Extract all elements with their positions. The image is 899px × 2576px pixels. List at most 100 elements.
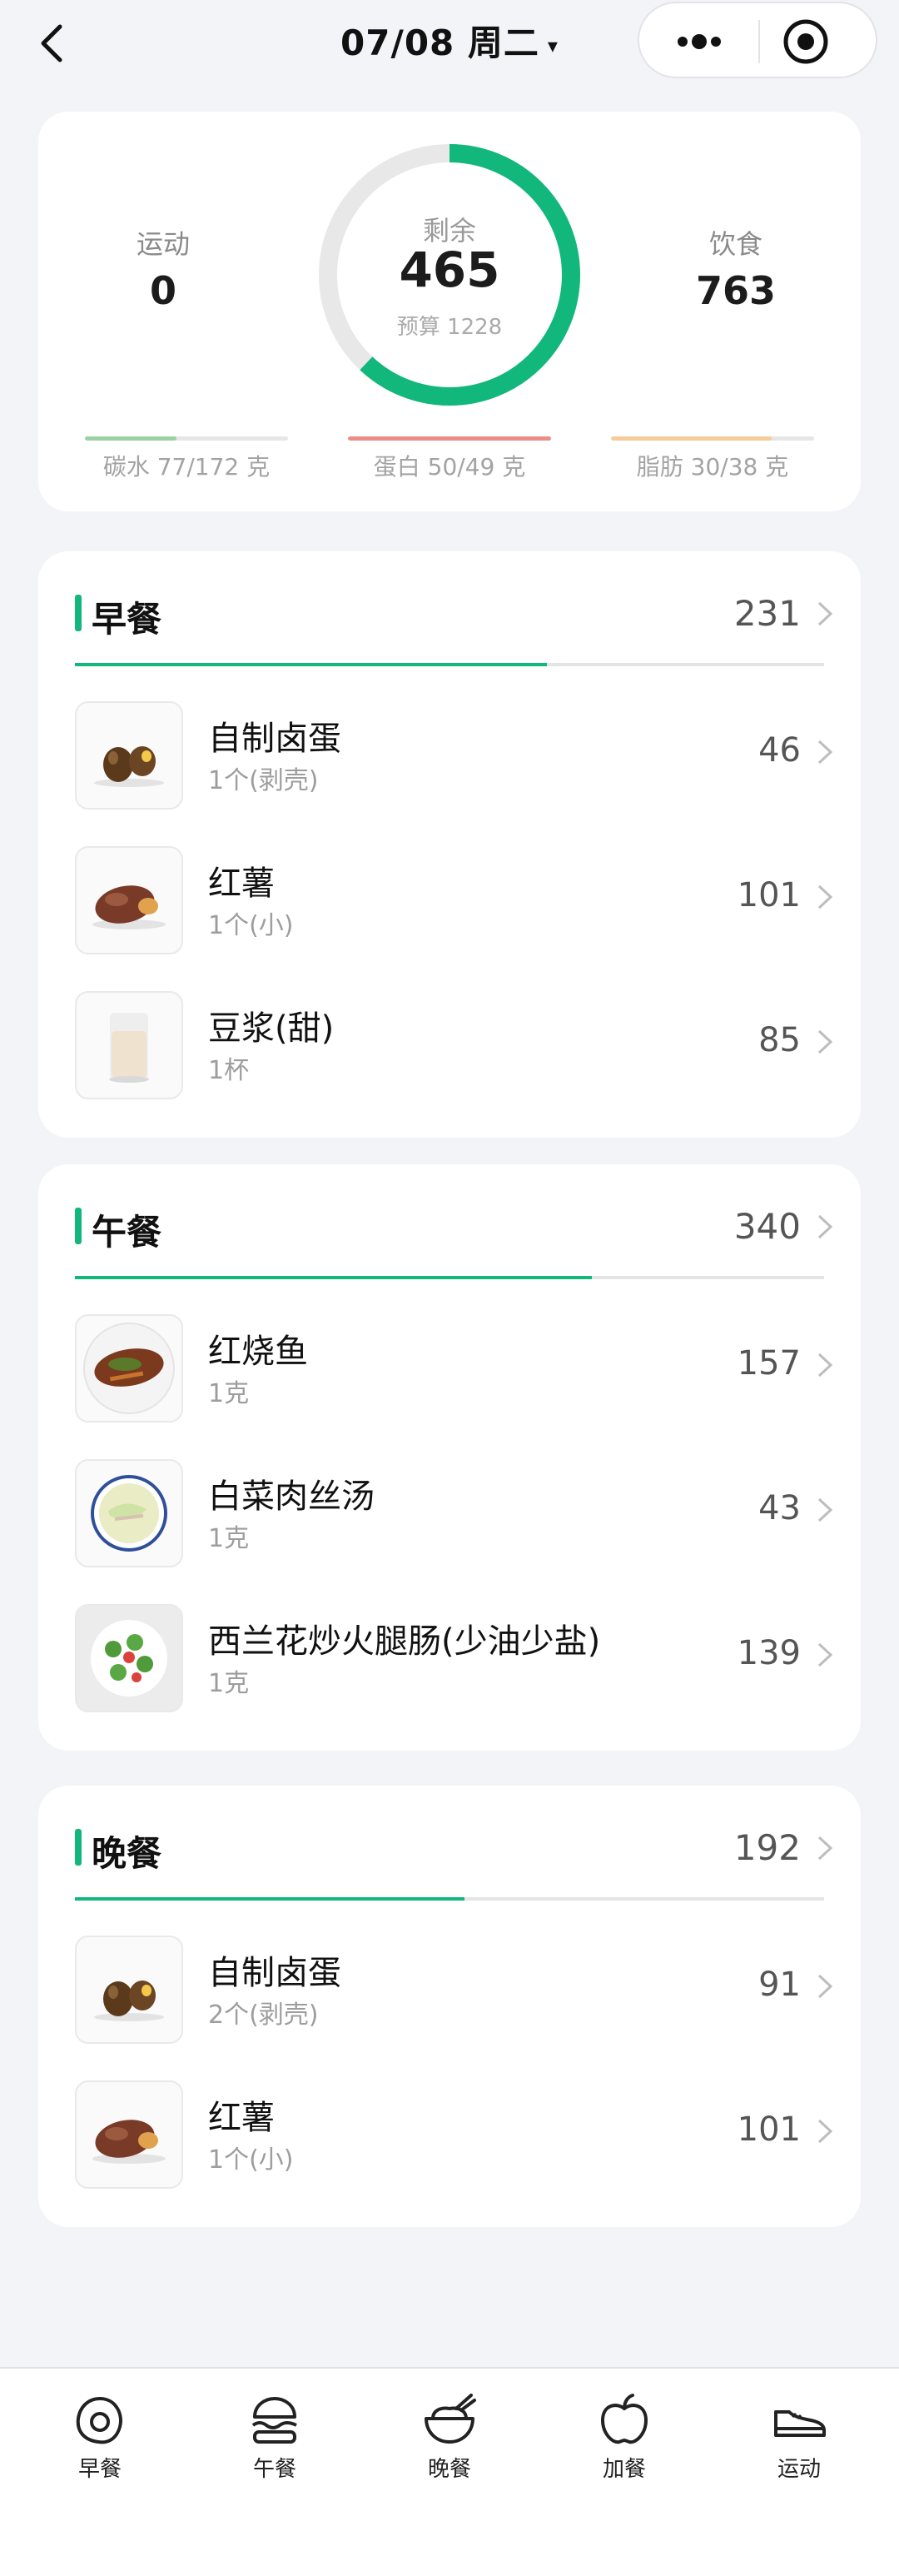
chevron-right-icon [817,1836,833,1861]
food-calories: 101 [737,2110,801,2149]
dinner-card: 晚餐 192 自制卤蛋 2个(剥壳) 91 红薯 1个(小) 101 [38,1786,861,2227]
chevron-right-icon [817,1642,833,1667]
budget-text: 预算 1228 [396,315,503,340]
more-button[interactable] [656,17,743,67]
close-mini-program-button[interactable] [779,15,832,68]
food-calories: 46 [758,731,801,770]
chevron-right-icon [817,2119,833,2144]
chevron-right-icon [817,1214,833,1239]
food-portion: 1克 [208,1524,250,1553]
sneaker-icon [774,2410,826,2437]
protein-progress-track [348,436,551,441]
fat-macro: 脂肪 30/38 克 [611,436,814,482]
food-portion: 1个(小) [208,911,294,940]
carbs-text: 碳水 77/172 克 [102,453,271,481]
food-item[interactable]: 白菜肉丝汤 1克 43 [38,1442,861,1587]
sweet-potato-icon [92,885,166,929]
food-item[interactable]: 红薯 1个(小) 101 [38,2064,861,2209]
remaining-value: 465 [399,242,500,298]
remaining-calorie-center[interactable]: 剩余 465 预算 1228 [316,142,583,408]
braised-fish-icon [83,1323,175,1414]
carbs-progress-fill [85,436,176,441]
meal-calories: 340 [733,1206,801,1247]
food-item[interactable]: 红烧鱼 1克 157 [38,1298,861,1442]
tab-label: 早餐 [77,2457,122,2482]
meal-accent-bar [75,1208,82,1244]
protein-macro: 蛋白 50/49 克 [348,436,551,482]
food-name: 自制卤蛋 [208,720,341,758]
dinner-header[interactable]: 晚餐 192 [38,1786,861,1902]
burger-icon [251,2397,297,2444]
food-portion: 1杯 [208,1056,250,1085]
diet-label: 饮食 [708,228,762,260]
food-thumbnail [75,1604,183,1712]
food-name: 西兰花炒火腿肠(少油少盐) [208,1622,601,1661]
cabbage-soup-icon [91,1475,167,1552]
food-thumbnail [75,701,183,810]
tab-lunch[interactable]: 午餐 [208,2390,341,2483]
meal-title: 晚餐 [92,1833,162,1874]
protein-text: 蛋白 50/49 克 [373,453,526,481]
apple-icon [601,2394,648,2444]
fat-progress-fill [611,436,772,441]
meal-calories: 192 [733,1827,801,1868]
fat-progress-track [611,436,814,441]
food-name: 豆浆(甜) [208,1009,335,1048]
food-calories: 157 [737,1344,801,1383]
carbs-progress-track [85,436,288,441]
tab-snack[interactable]: 加餐 [558,2390,691,2483]
food-portion: 1克 [208,1379,250,1408]
meal-progress-bar [75,663,824,666]
fat-text: 脂肪 30/38 克 [636,453,789,481]
carbs-macro: 碳水 77/172 克 [85,436,288,482]
calorie-summary-card: 运动 0 剩余 465 预算 1228 饮食 763 碳水 77/172 克 蛋… [38,112,861,511]
food-item[interactable]: 自制卤蛋 2个(剥壳) 91 [38,1919,861,2064]
food-thumbnail [75,991,183,1099]
exercise-label: 运动 [136,228,190,260]
food-item[interactable]: 豆浆(甜) 1杯 85 [38,974,861,1119]
more-dots-icon [678,34,721,49]
lunch-card: 午餐 340 红烧鱼 1克 157 白菜肉丝汤 1克 43 西兰花炒火腿肠(少油… [38,1164,861,1751]
tab-dinner[interactable]: 晚餐 [383,2390,516,2483]
food-portion: 2个(剥壳) [208,2001,319,2030]
chevron-right-icon [817,740,833,765]
mini-program-capsule [638,2,877,78]
food-calories: 139 [737,1634,801,1672]
food-calories: 43 [758,1489,801,1527]
food-calories: 101 [737,876,801,914]
diet-value: 763 [695,268,777,313]
meal-accent-bar [75,1829,82,1866]
tab-breakfast[interactable]: 早餐 [33,2390,166,2483]
tab-label: 运动 [777,2457,821,2482]
meal-progress-bar [75,1897,824,1901]
meal-title: 午餐 [92,1212,162,1253]
broccoli-ham-icon [91,1620,167,1697]
breakfast-header[interactable]: 早餐 231 [38,551,861,668]
meal-title: 早餐 [92,599,162,640]
food-thumbnail [75,1314,183,1423]
food-portion: 1个(剥壳) [208,766,319,795]
target-icon [783,19,828,64]
caret-down-icon: ▾ [547,33,559,57]
diet-stat[interactable]: 饮食 763 [653,223,819,313]
tab-label: 加餐 [602,2457,646,2482]
food-thumbnail [75,2080,183,2189]
food-item[interactable]: 自制卤蛋 1个(剥壳) 46 [38,685,861,830]
food-portion: 1克 [208,1669,250,1698]
egg-icon [76,2396,122,2444]
capsule-divider [758,20,760,63]
food-name: 白菜肉丝汤 [208,1477,375,1516]
chevron-right-icon [817,1974,833,1999]
tab-label: 晚餐 [427,2457,471,2482]
meal-progress-fill [75,663,547,666]
meal-accent-bar [75,595,82,631]
meal-progress-fill [75,1897,464,1901]
exercise-stat[interactable]: 运动 0 [80,223,246,313]
tab-exercise[interactable]: 运动 [733,2390,866,2483]
food-name: 自制卤蛋 [208,1954,341,1992]
food-item[interactable]: 西兰花炒火腿肠(少油少盐) 1克 139 [38,1587,861,1732]
lunch-header[interactable]: 午餐 340 [38,1164,861,1281]
chevron-right-icon [817,1497,833,1522]
date-title-text: 07/08 周二 [340,22,539,63]
food-item[interactable]: 红薯 1个(小) 101 [38,830,861,974]
